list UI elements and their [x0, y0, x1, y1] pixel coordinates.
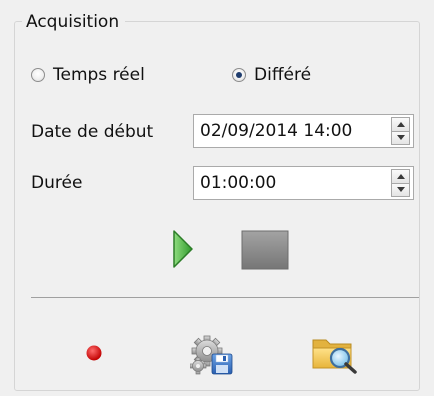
play-icon: [173, 230, 193, 268]
stop-icon: [241, 230, 289, 270]
save-settings-button[interactable]: [189, 334, 234, 376]
acquisition-group-title: Acquisition: [22, 12, 126, 32]
start-date-decrement-button[interactable]: [391, 131, 410, 145]
radio-deferred[interactable]: Différé: [232, 64, 311, 86]
folder-search-icon: [312, 339, 357, 374]
radio-realtime[interactable]: Temps réel: [31, 64, 145, 86]
start-date-label: Date de début: [31, 122, 154, 142]
radio-realtime-label: Temps réel: [53, 65, 145, 85]
duration-input[interactable]: [194, 167, 380, 199]
separator-line: [31, 297, 419, 298]
start-date-spin-buttons: [391, 117, 410, 145]
arrow-down-icon: [396, 135, 405, 141]
stop-button[interactable]: [241, 230, 289, 270]
start-date-input[interactable]: [194, 115, 380, 147]
radio-deferred-label: Différé: [254, 65, 312, 85]
record-icon: [86, 345, 102, 361]
duration-spinbox[interactable]: [193, 166, 414, 200]
arrow-up-icon: [396, 121, 405, 127]
radio-deferred-circle[interactable]: [232, 68, 246, 82]
browse-folder-button[interactable]: [311, 332, 359, 374]
start-date-increment-button[interactable]: [391, 117, 410, 132]
arrow-up-icon: [396, 173, 405, 179]
arrow-down-icon: [396, 187, 405, 193]
duration-increment-button[interactable]: [391, 169, 410, 184]
duration-decrement-button[interactable]: [391, 183, 410, 197]
start-date-spinbox[interactable]: [193, 114, 414, 148]
acquisition-panel: Acquisition Temps réel Différé Date de d…: [0, 0, 434, 396]
duration-spin-buttons: [391, 169, 410, 197]
radio-realtime-circle[interactable]: [31, 68, 45, 82]
play-button[interactable]: [172, 229, 194, 269]
duration-label: Durée: [31, 173, 83, 193]
gear-save-icon: [189, 335, 233, 375]
record-button[interactable]: [86, 345, 102, 361]
